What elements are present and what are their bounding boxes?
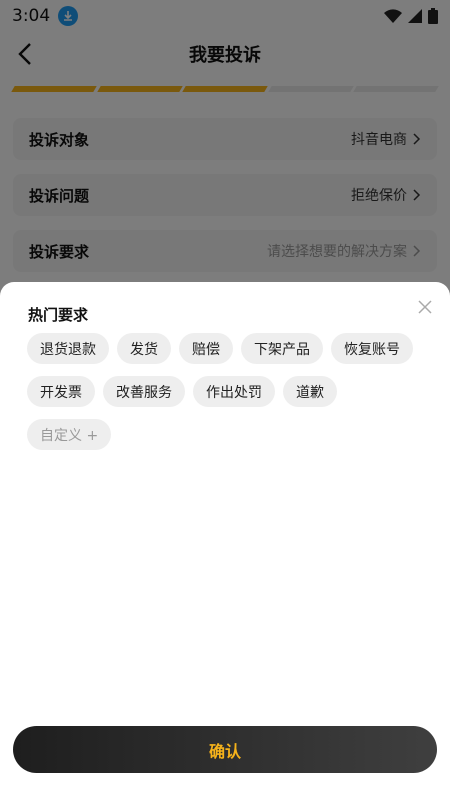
chip-invoice[interactable]: 开发票 — [27, 376, 95, 407]
sheet-title: 热门要求 — [28, 306, 89, 324]
chip-improve-service[interactable]: 改善服务 — [103, 376, 185, 407]
requirement-chip-list: 退货退款 发货 赔偿 下架产品 恢复账号 开发票 改善服务 作出处罚 道歉 自定… — [27, 333, 427, 450]
requirement-sheet: 热门要求 退货退款 发货 赔偿 下架产品 恢复账号 开发票 改善服务 作出处罚 … — [0, 282, 450, 797]
chip-apology[interactable]: 道歉 — [283, 376, 337, 407]
chip-refund-return[interactable]: 退货退款 — [27, 333, 109, 364]
confirm-button[interactable]: 确认 — [13, 726, 437, 773]
chip-remove-product[interactable]: 下架产品 — [241, 333, 323, 364]
close-icon[interactable] — [418, 300, 432, 314]
chip-restore-account[interactable]: 恢复账号 — [331, 333, 413, 364]
chip-compensation[interactable]: 赔偿 — [179, 333, 233, 364]
chip-penalty[interactable]: 作出处罚 — [193, 376, 275, 407]
chip-ship[interactable]: 发货 — [117, 333, 171, 364]
chip-custom[interactable]: 自定义 + — [27, 419, 112, 450]
